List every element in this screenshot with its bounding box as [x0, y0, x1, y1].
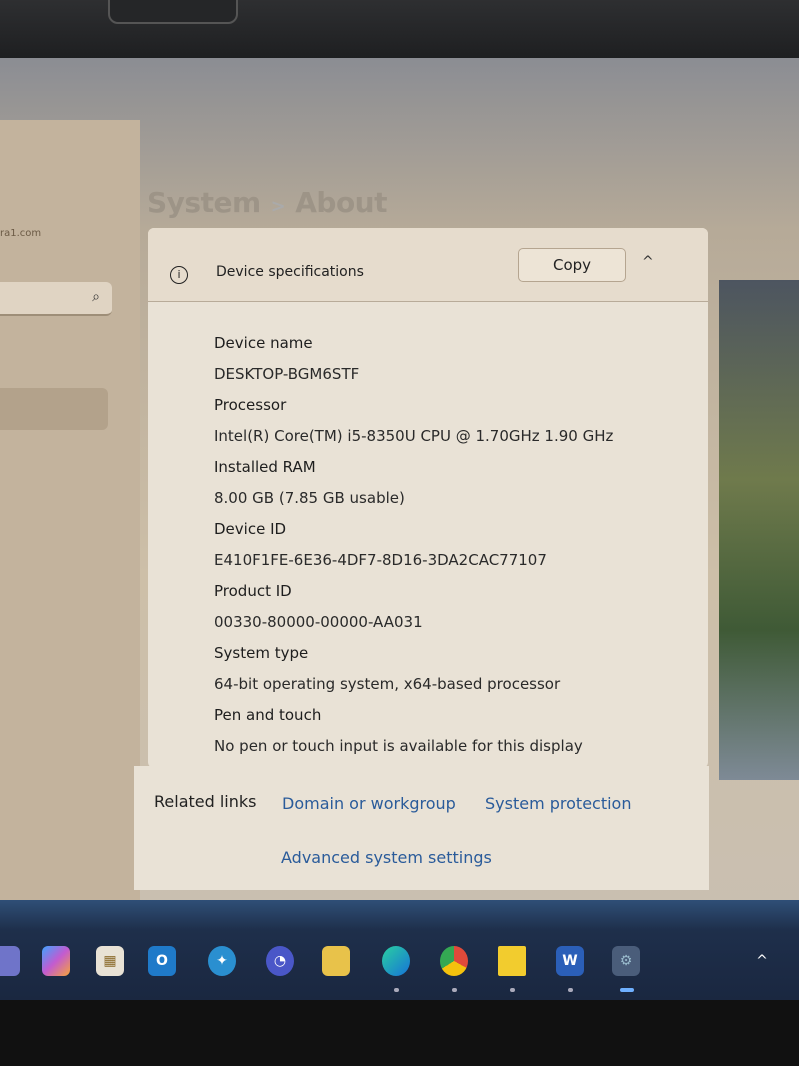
running-indicator	[568, 988, 573, 992]
advanced-system-settings-link[interactable]: Advanced system settings	[281, 848, 492, 867]
teams-icon[interactable]	[0, 946, 20, 976]
copy-button[interactable]: Copy	[518, 248, 626, 282]
spec-list: Device name DESKTOP-BGM6STF Processor In…	[148, 302, 708, 762]
settings-icon[interactable]: ⚙	[612, 946, 640, 976]
info-icon: i	[170, 266, 188, 284]
laptop-bezel	[0, 0, 799, 62]
spec-value: 64-bit operating system, x64-based proce…	[214, 675, 561, 693]
spec-value: 8.00 GB (7.85 GB usable)	[214, 489, 405, 507]
tray-chevron-icon[interactable]: ^	[748, 946, 776, 976]
settings-search-input[interactable]: ⌕	[0, 282, 112, 316]
microsoft-store-icon[interactable]: ▦	[96, 946, 124, 976]
word-icon[interactable]: W	[556, 946, 584, 976]
spec-value: Intel(R) Core(TM) i5-8350U CPU @ 1.70GHz…	[214, 427, 614, 445]
spec-label: Device ID	[214, 520, 287, 538]
sticky-notes-icon[interactable]	[498, 946, 526, 976]
laptop-bezel-bottom	[0, 1000, 799, 1066]
related-links-label: Related links	[154, 792, 257, 811]
spec-label: Product ID	[214, 582, 292, 600]
outlook-icon[interactable]: O	[148, 946, 176, 976]
spec-value: E410F1FE-6E36-4DF7-8D16-3DA2CAC77107	[214, 551, 547, 569]
spec-label: Device name	[214, 334, 313, 352]
desktop-wallpaper	[719, 280, 799, 780]
spec-label: System type	[214, 644, 309, 662]
chevron-up-icon[interactable]: ^	[642, 254, 654, 270]
running-indicator	[510, 988, 515, 992]
webcam-housing	[108, 0, 238, 24]
domain-or-workgroup-link[interactable]: Domain or workgroup	[282, 794, 456, 813]
file-explorer-icon[interactable]	[322, 946, 350, 976]
spec-value: No pen or touch input is available for t…	[214, 737, 583, 755]
spec-value: DESKTOP-BGM6STF	[214, 365, 360, 383]
breadcrumb-system[interactable]: System	[147, 186, 261, 219]
card-title: Device specifications	[216, 264, 364, 280]
taskbar: ▦ O ✦ ◔ W ⚙ ^	[0, 900, 799, 1000]
edge-icon[interactable]	[382, 946, 410, 976]
device-specifications-header[interactable]: i Device specifications Copy ^	[148, 228, 708, 302]
copilot-icon[interactable]	[42, 946, 70, 976]
system-protection-link[interactable]: System protection	[485, 794, 631, 813]
breadcrumb-about: About	[295, 186, 388, 219]
power-automate-icon[interactable]: ◔	[266, 946, 294, 976]
running-indicator	[452, 988, 457, 992]
spec-label: Installed RAM	[214, 458, 316, 476]
related-links-section: Related links Domain or workgroup System…	[134, 766, 709, 890]
active-indicator	[620, 988, 634, 992]
chrome-icon[interactable]	[440, 946, 468, 976]
device-specifications-card: i Device specifications Copy ^ Device na…	[148, 228, 708, 768]
spec-value: 00330-80000-00000-AA031	[214, 613, 423, 631]
search-icon[interactable]: ⌕	[92, 289, 100, 305]
running-indicator	[394, 988, 399, 992]
spec-label: Processor	[214, 396, 287, 414]
sidebar-item-system[interactable]	[0, 388, 108, 430]
account-email: ra1.com	[0, 228, 42, 239]
app-icon[interactable]: ✦	[208, 946, 236, 976]
breadcrumb-separator: >	[270, 196, 286, 217]
breadcrumb: System > About	[147, 186, 388, 219]
spec-label: Pen and touch	[214, 706, 322, 724]
